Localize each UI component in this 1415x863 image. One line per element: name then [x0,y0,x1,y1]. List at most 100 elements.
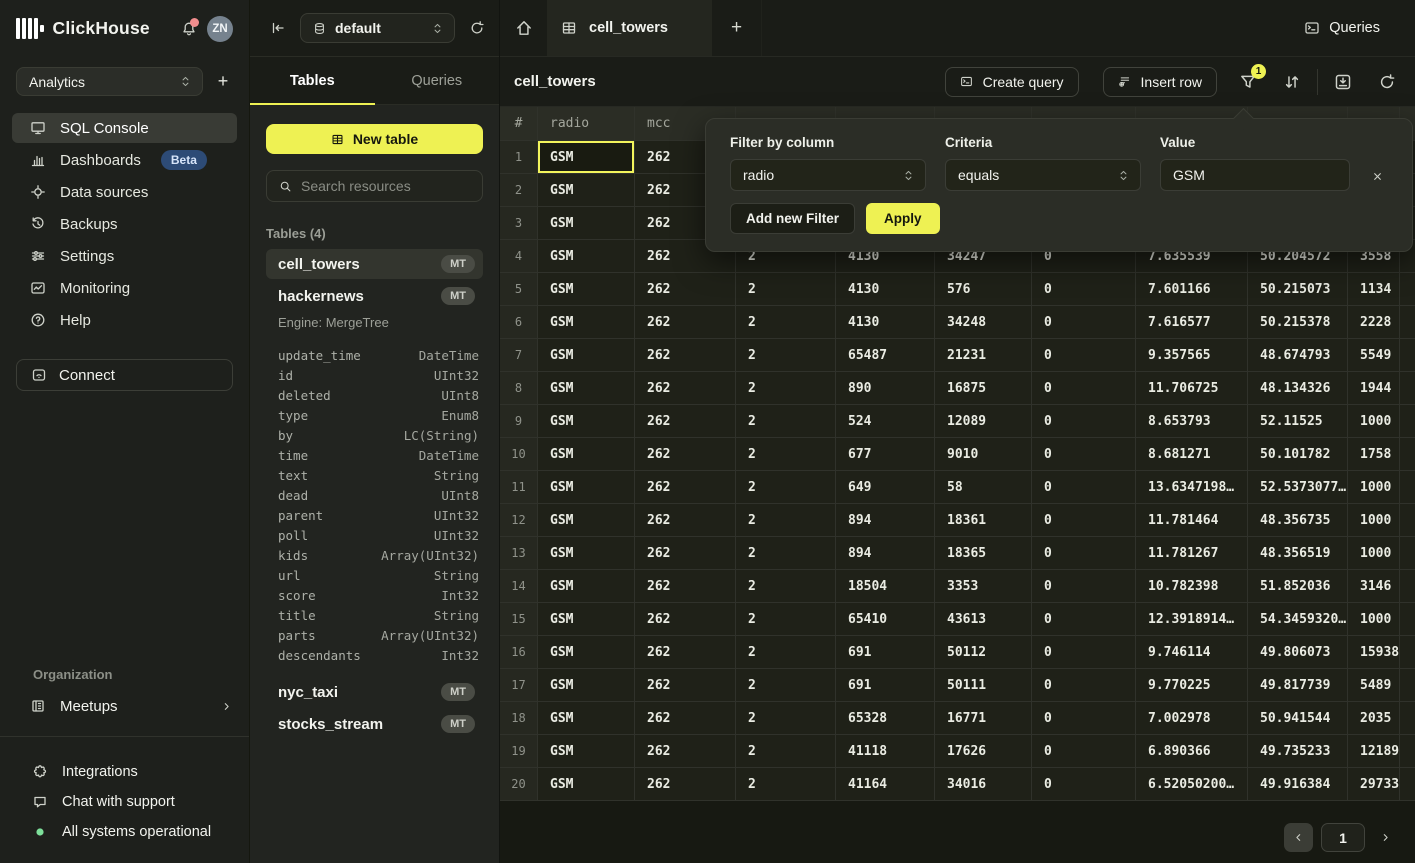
sidebar-item-settings[interactable]: Settings [12,241,237,271]
cell[interactable]: GSM [538,603,635,636]
cell[interactable]: GSM [538,702,635,735]
home-button[interactable] [500,0,547,56]
current-page-button[interactable]: 1 [1321,823,1365,852]
cell[interactable]: 2 [736,306,836,339]
cell[interactable]: 48.674793 [1248,339,1348,372]
cell[interactable]: 262 [635,273,736,306]
previous-page-button[interactable] [1284,823,1313,852]
cell[interactable]: 0 [1032,372,1136,405]
sidebar-item-sql-console[interactable]: SQL Console [12,113,237,143]
cell[interactable]: 0 [1032,702,1136,735]
cell[interactable]: 0 [1032,603,1136,636]
cell[interactable]: 4130 [836,273,935,306]
cell[interactable]: GSM [538,306,635,339]
cell[interactable]: 262 [635,702,736,735]
cell[interactable]: 1000 [1348,405,1400,438]
cell[interactable]: 0 [1032,339,1136,372]
cell[interactable]: 41164 [836,768,935,801]
cell[interactable]: 0 [1032,669,1136,702]
cell[interactable]: GSM [538,735,635,768]
cell[interactable]: 54.3459320… [1248,603,1348,636]
add-new-filter-button[interactable]: Add new Filter [730,203,855,234]
cell[interactable]: 7.601166 [1136,273,1248,306]
refresh-button[interactable] [1378,73,1396,91]
database-selector[interactable]: default [300,13,455,43]
cell[interactable]: 0 [1032,768,1136,801]
cell[interactable]: 50.101782 [1248,438,1348,471]
cell[interactable]: 2 [736,735,836,768]
cell[interactable]: 1000 [1348,504,1400,537]
cell[interactable]: 11.781267 [1136,537,1248,570]
cell[interactable]: GSM [538,438,635,471]
apply-filter-button[interactable]: Apply [866,203,940,234]
create-query-button[interactable]: Create query [945,67,1079,97]
cell[interactable]: 894 [836,504,935,537]
cell[interactable]: 1944 [1348,372,1400,405]
cell[interactable]: 576 [935,273,1032,306]
cell[interactable]: 1000 [1348,471,1400,504]
cell[interactable]: 50.215378 [1248,306,1348,339]
cell[interactable]: 0 [1032,273,1136,306]
filter-column-select[interactable]: radio [730,159,926,191]
new-table-button[interactable]: New table [266,124,483,154]
queries-button[interactable]: Queries [1294,0,1415,56]
cell[interactable]: 9010 [935,438,1032,471]
cell[interactable]: 262 [635,669,736,702]
cell[interactable]: 262 [635,603,736,636]
cell[interactable]: 0 [1032,471,1136,504]
cell[interactable]: 16771 [935,702,1032,735]
cell[interactable]: GSM [538,570,635,603]
sidebar-item-data-sources[interactable]: Data sources [12,177,237,207]
cell[interactable]: 50.941544 [1248,702,1348,735]
footer-item-all-systems-operational[interactable]: All systems operational [0,817,249,847]
cell[interactable]: 15938 [1348,636,1400,669]
cell[interactable]: 2035 [1348,702,1400,735]
cell[interactable]: 6.52050200… [1136,768,1248,801]
cell[interactable]: 262 [635,405,736,438]
cell[interactable]: GSM [538,372,635,405]
cell[interactable]: 18361 [935,504,1032,537]
table-item-cell-towers[interactable]: cell_towersMT [266,249,483,279]
cell[interactable]: 0 [1032,405,1136,438]
footer-item-integrations[interactable]: Integrations [0,757,249,787]
cell[interactable]: 691 [836,669,935,702]
cell[interactable]: 2 [736,273,836,306]
table-item-hackernews[interactable]: hackernewsMT [266,281,483,311]
cell[interactable]: GSM [538,273,635,306]
cell[interactable]: 7.616577 [1136,306,1248,339]
cell[interactable]: 2228 [1348,306,1400,339]
cell[interactable]: GSM [538,141,635,174]
connect-button[interactable]: Connect [16,359,233,391]
cell[interactable]: 5489 [1348,669,1400,702]
cell[interactable]: 2 [736,702,836,735]
refresh-schema-icon[interactable] [469,20,485,36]
cell[interactable]: 29733 [1348,768,1400,801]
cell[interactable]: 524 [836,405,935,438]
cell[interactable]: GSM [538,207,635,240]
tab-cell-towers[interactable]: cell_towers [547,0,712,56]
sidebar-item-dashboards[interactable]: DashboardsBeta [12,145,237,175]
cell[interactable]: GSM [538,504,635,537]
cell[interactable]: 48.356519 [1248,537,1348,570]
cell[interactable]: 1000 [1348,603,1400,636]
cell[interactable]: 5549 [1348,339,1400,372]
cell[interactable]: 13.6347198… [1136,471,1248,504]
cell[interactable]: 9.357565 [1136,339,1248,372]
notifications-bell-icon[interactable] [181,21,197,37]
cell[interactable]: 2 [736,339,836,372]
sidebar-item-backups[interactable]: Backups [12,209,237,239]
cell[interactable]: 65410 [836,603,935,636]
cell[interactable]: 3353 [935,570,1032,603]
cell[interactable]: 49.817739 [1248,669,1348,702]
cell[interactable]: 262 [635,636,736,669]
cell[interactable]: 262 [635,306,736,339]
cell[interactable]: 6.890366 [1136,735,1248,768]
cell[interactable]: 890 [836,372,935,405]
cell[interactable]: 2 [736,636,836,669]
cell[interactable]: 2 [736,669,836,702]
cell[interactable]: 262 [635,339,736,372]
tab-tables[interactable]: Tables [250,57,375,104]
cell[interactable]: 11.706725 [1136,372,1248,405]
cell[interactable]: 12089 [935,405,1032,438]
cell[interactable]: GSM [538,405,635,438]
